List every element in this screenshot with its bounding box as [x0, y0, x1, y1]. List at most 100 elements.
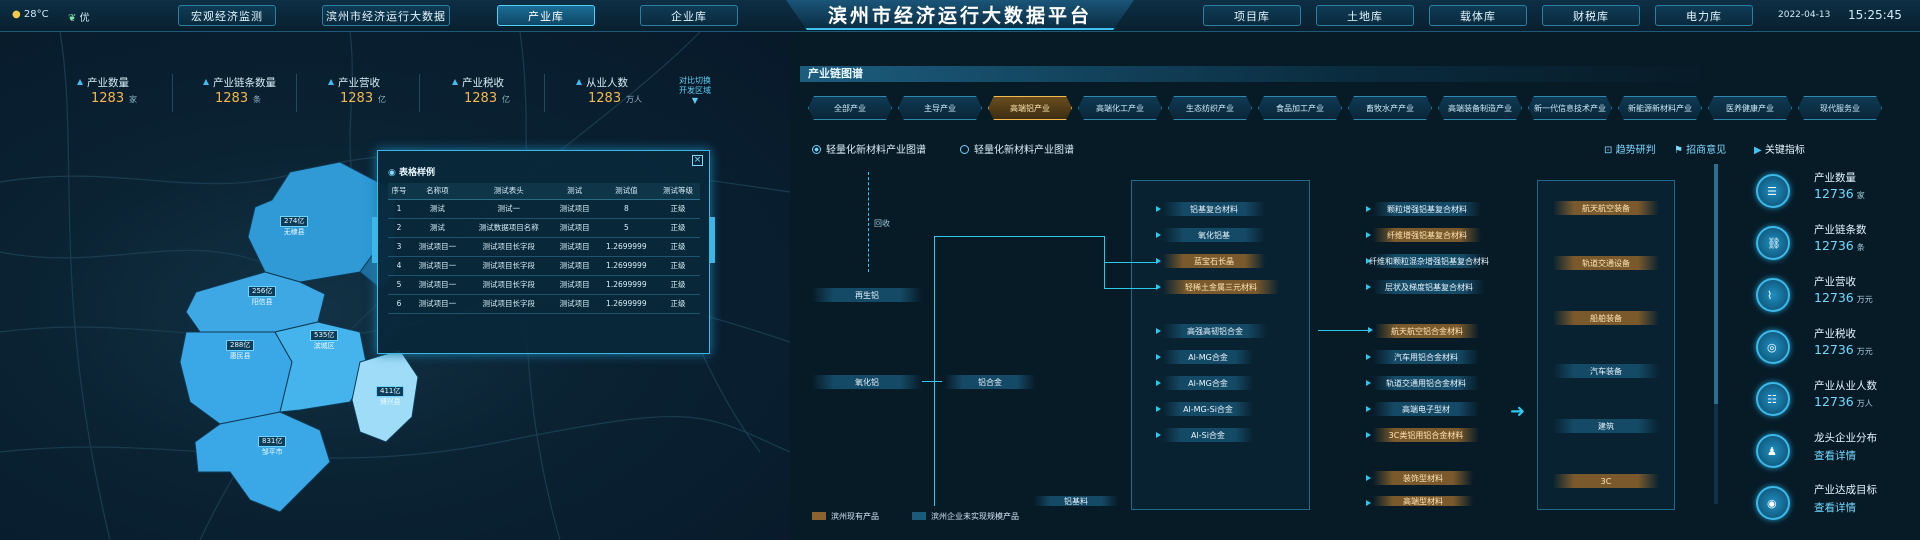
tab-services[interactable]: 现代服务业 [1798, 96, 1882, 120]
table-header: 测试等级 [656, 183, 700, 200]
weather-temp: ● 28°C [12, 9, 49, 20]
mid-node-top-2[interactable]: 氧化铝基 [1163, 228, 1265, 242]
mid-node-bottom-2[interactable]: Al-MG合金 [1163, 350, 1253, 364]
nav-industry[interactable]: 产业库 [497, 5, 595, 26]
final-node-4[interactable]: 汽车装备 [1553, 364, 1659, 378]
nav-project[interactable]: 项目库 [1203, 5, 1301, 26]
nav-land[interactable]: 土地库 [1316, 5, 1414, 26]
region-label-zouping: 831亿 邹平市 [258, 436, 287, 457]
mid-node-top-3[interactable]: 蓝宝石长晶 [1163, 254, 1265, 268]
tab-equipment[interactable]: 高端装备制造产业 [1438, 96, 1522, 120]
legend-swatch [812, 512, 826, 520]
view-details-link[interactable]: 查看详情 [1814, 500, 1856, 515]
tab-food[interactable]: 食品加工产业 [1258, 96, 1342, 120]
nav-tax[interactable]: 财税库 [1542, 5, 1640, 26]
metric-revenue: ⌇ 产业营收 12736 万元 [1756, 274, 1916, 318]
close-icon[interactable]: × [692, 155, 703, 166]
right-node-bottom-6[interactable]: 装饰型材料 [1373, 471, 1473, 485]
partial-node[interactable]: 铝基料 [1034, 496, 1118, 506]
air-quality: ❦ 优 [68, 13, 90, 24]
top-bar: ● 28°C ❦ 优 宏观经济监测 滨州市经济运行大数据 产业库 企业库 滨州市… [0, 0, 1920, 32]
metric-targets: ◉ 产业达成目标 查看详情 [1756, 482, 1916, 526]
region-label-wudi: 274亿 无棣县 [280, 216, 309, 237]
tab-textile[interactable]: 生态纺织产业 [1168, 96, 1252, 120]
final-node-3[interactable]: 船舶装备 [1553, 311, 1659, 325]
popup-right-handle [709, 217, 715, 263]
table-header: 测试表头 [464, 183, 553, 200]
metric-tax: ◎ 产业税收 12736 万元 [1756, 326, 1916, 370]
tab-leading[interactable]: 主导产业 [898, 96, 982, 120]
investment-link[interactable]: ⚑ 招商意见 [1674, 141, 1726, 156]
right-node-top-2[interactable]: 纤维增强铝基复合材料 [1373, 228, 1481, 242]
right-node-bottom-4[interactable]: 高端电子型材 [1373, 402, 1479, 416]
final-node-2[interactable]: 轨道交通设备 [1553, 256, 1659, 270]
page-title: 滨州市经济运行大数据平台 [786, 0, 1134, 30]
table-row[interactable]: 5 测试项目一 测试项目长字段 测试项目 1.2699999 正级 [388, 275, 700, 295]
final-node-1[interactable]: 航天航空装备 [1553, 201, 1659, 215]
mid-node-top-4[interactable]: 轻稀土金属三元材料 [1163, 280, 1279, 294]
table-row[interactable]: 6 测试项目一 测试项目长字段 测试项目 1.2699999 正级 [388, 294, 700, 314]
tab-health[interactable]: 医养健康产业 [1708, 96, 1792, 120]
metric-chain-count: ⛓ 产业链条数 12736 条 [1756, 222, 1916, 266]
table-row[interactable]: 3 测试项目一 测试项目长字段 测试项目 1.2699999 正级 [388, 237, 700, 257]
table-header: 名称项 [409, 183, 465, 200]
mid-node-bottom-5[interactable]: Al-Si合金 [1163, 428, 1253, 442]
node-alumina[interactable]: 氧化铝 [812, 375, 922, 389]
nav-power[interactable]: 电力库 [1655, 5, 1753, 26]
tab-aluminum[interactable]: 高端铝产业 [988, 96, 1072, 120]
legend-unscaled: 滨州企业未实现规模产品 [912, 511, 1019, 522]
radio-icon [960, 145, 969, 154]
nav-economy[interactable]: 滨州市经济运行大数据 [322, 5, 450, 26]
table-header: 序号 [388, 183, 410, 200]
data-table: 序号 名称项 测试表头 测试 测试值 测试等级 1 测试 测试一 测试项目 8 正级 2测… [388, 183, 700, 314]
right-node-top-3[interactable]: 纤维和颗粒混杂增强铝基复合材料 [1369, 254, 1489, 268]
region-label-boxing: 411亿 博兴县 [376, 386, 405, 407]
tab-all[interactable]: 全部产业 [808, 96, 892, 120]
right-node-bottom-3[interactable]: 轨道交通用铝合金材料 [1373, 376, 1479, 390]
recycle-line [868, 172, 869, 272]
nav-enterprise[interactable]: 企业库 [640, 5, 738, 26]
bullet [1156, 284, 1161, 290]
mid-node-bottom-1[interactable]: 高强高韧铝合金 [1163, 324, 1267, 338]
table-row[interactable]: 4 测试项目一 测试项目长字段 测试项目 1.2699999 正级 [388, 256, 700, 276]
nav-carrier[interactable]: 载体库 [1429, 5, 1527, 26]
flag-icon: ⚑ [1674, 145, 1683, 156]
final-node-5[interactable]: 建筑 [1553, 419, 1659, 433]
right-node-bottom-1[interactable]: 航天航空铝合金材料 [1375, 324, 1479, 338]
mid-node-bottom-3[interactable]: Al-MG合金 [1163, 376, 1253, 390]
bullet [1156, 206, 1161, 212]
connector [934, 236, 1104, 237]
popup-title: ◉ 表格样例 [388, 168, 436, 178]
popup-left-handle [372, 217, 378, 263]
table-row[interactable]: 1 测试 测试一 测试项目 8 正级 [388, 199, 700, 219]
trend-link[interactable]: ⊡ 趋势研判 [1604, 141, 1656, 156]
link-icon: ⛓ [1756, 226, 1790, 260]
mid-node-bottom-4[interactable]: Al-MG-Si合金 [1163, 402, 1253, 416]
key-metrics-title: ▶ 关键指标 [1754, 145, 1805, 156]
recycle-label: 回收 [874, 219, 890, 228]
right-node-bottom-5[interactable]: 3C类铝用铝合金材料 [1373, 428, 1479, 442]
bullet [1366, 432, 1371, 438]
nav-macro[interactable]: 宏观经济监测 [178, 5, 276, 26]
connector [1318, 330, 1368, 331]
right-node-top-4[interactable]: 层状及梯度铝基复合材料 [1373, 280, 1485, 294]
bullet [1366, 284, 1371, 290]
radio-map-a[interactable]: 轻量化新材料产业图谱 [812, 141, 926, 156]
tab-it[interactable]: 新一代信息技术产业 [1528, 96, 1612, 120]
final-node-6[interactable]: 3C [1553, 474, 1659, 488]
tab-chemical[interactable]: 高端化工产业 [1078, 96, 1162, 120]
mid-node-top-1[interactable]: 铝基复合材料 [1163, 202, 1265, 216]
table-row[interactable]: 2 测试 测试数据项目名称 测试项目 5 正级 [388, 218, 700, 238]
view-details-link[interactable]: 查看详情 [1814, 448, 1856, 463]
tab-new-energy[interactable]: 新能源新材料产业 [1618, 96, 1702, 120]
node-recycled-al[interactable]: 再生铝 [812, 288, 922, 302]
right-node-bottom-2[interactable]: 汽车用铝合金材料 [1373, 350, 1479, 364]
map-region-zouping[interactable] [194, 411, 331, 513]
map-region-wudi[interactable] [247, 161, 383, 283]
right-node-top-1[interactable]: 颗粒增强铝基复合材料 [1373, 202, 1481, 216]
radio-map-b[interactable]: 轻量化新材料产业图谱 [960, 141, 1074, 156]
right-node-bottom-7[interactable]: 高端型材料 [1373, 496, 1473, 506]
node-al-alloy[interactable]: 铝合金 [945, 375, 1035, 389]
tab-livestock[interactable]: 畜牧水产产业 [1348, 96, 1432, 120]
scrollbar-thumb[interactable] [1714, 164, 1718, 404]
